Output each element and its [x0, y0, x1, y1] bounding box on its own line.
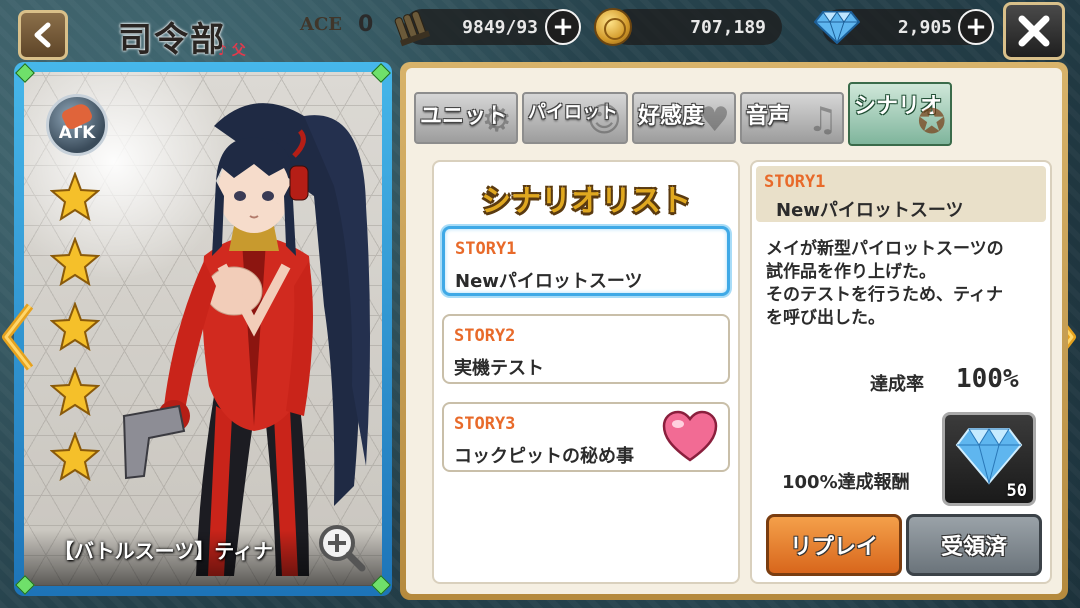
diamond-icon [955, 428, 1023, 485]
heart-icon: ♥ [699, 100, 730, 140]
card-name: 【バトルスーツ】ティナ [54, 539, 273, 563]
ace-label: ACE [300, 14, 343, 35]
main-panel: ユニット ⚙ パイロット ☺ 好感度 ♥ 音声 ♫ シナリオ ✪ シナリオリスト [400, 62, 1068, 600]
detail-story-number: STORY1 [764, 172, 826, 192]
music-icon: ♫ [807, 100, 838, 140]
scenario-list-title: シナリオリスト [481, 184, 691, 219]
tab-affection[interactable]: 好感度 ♥ [632, 92, 736, 144]
back-button[interactable] [18, 10, 68, 60]
top-bar: 司令部 ♪ 父 ACE 0 9849/93 + 707,189 2,905 + [0, 0, 1080, 64]
story-item-1[interactable]: STORY1 Newパイロットスーツ [442, 226, 730, 296]
replay-button[interactable]: リプレイ [766, 514, 902, 576]
story-number: STORY3 [454, 414, 516, 434]
rarity-stars [49, 171, 104, 497]
detail-story-name: Newパイロットスーツ [776, 200, 964, 221]
story-number: STORY1 [455, 239, 517, 259]
title-decoration: ♪ 父 [218, 43, 246, 59]
zoom-button[interactable] [316, 522, 366, 572]
completion-rate-value: 100% [956, 364, 1019, 394]
coin-value: 707,189 [690, 16, 766, 38]
book-icon: ✪ [917, 102, 947, 142]
ace-value: 0 [358, 12, 374, 37]
close-button[interactable] [1003, 2, 1065, 60]
pilot-icon: ☺ [586, 100, 622, 140]
coin-icon [594, 8, 632, 46]
story-name: コックピットの秘め事 [454, 446, 634, 467]
story-description: メイが新型パイロットスーツの 試作品を作り上げた。 そのテストを行うため、ティナ… [766, 239, 1004, 328]
reward-item[interactable]: 50 [942, 412, 1036, 506]
page-title: 司令部 [118, 20, 226, 60]
star-icon [49, 171, 101, 222]
heart-icon [662, 410, 718, 462]
ammo-icon [394, 11, 431, 47]
tab-voice[interactable]: 音声 ♫ [740, 92, 844, 144]
character-illustration [122, 103, 370, 576]
chevron-left-icon [34, 22, 51, 48]
gem-plus-button[interactable]: + [958, 9, 994, 45]
card-art: ATK 【バトルスーツ】ティナ [24, 72, 382, 586]
claimed-button[interactable]: 受領済 [906, 514, 1042, 576]
detail-header: STORY1 Newパイロットスーツ [756, 166, 1046, 222]
tab-pilot[interactable]: パイロット ☺ [522, 92, 628, 144]
ammo-value: 9849/93 [462, 16, 538, 38]
star-icon [49, 366, 101, 417]
tab-unit[interactable]: ユニット ⚙ [414, 92, 518, 144]
star-icon [49, 236, 101, 287]
mecha-icon: ⚙ [481, 100, 512, 140]
atk-badge: ATK [46, 94, 108, 156]
story-item-3[interactable]: STORY3 コックピットの秘め事 [442, 402, 730, 472]
scenario-list: シナリオリスト STORY1 Newパイロットスーツ STORY2 実機テスト … [432, 160, 740, 584]
coin-bar: 707,189 [610, 9, 782, 45]
ammo-plus-button[interactable]: + [545, 9, 581, 45]
story-item-2[interactable]: STORY2 実機テスト [442, 314, 730, 384]
story-number: STORY2 [454, 326, 516, 346]
diamond-icon [814, 11, 860, 44]
gem-value: 2,905 [897, 16, 952, 38]
story-name: 実機テスト [454, 358, 544, 379]
story-name: Newパイロットスーツ [455, 271, 643, 292]
close-icon [1018, 15, 1050, 47]
story-detail: STORY1 Newパイロットスーツ メイが新型パイロットスーツの 試作品を作り… [750, 160, 1052, 584]
tab-scenario[interactable]: シナリオ ✪ [848, 82, 952, 146]
star-icon [49, 301, 101, 352]
character-card: ATK 【バトルスーツ】ティナ [14, 62, 392, 596]
reward-count: 50 [1006, 481, 1027, 501]
completion-rate-label: 達成率 [870, 374, 924, 395]
star-icon [49, 431, 101, 482]
reward-label: 100%達成報酬 [782, 472, 910, 493]
previous-arrow[interactable] [0, 302, 36, 372]
